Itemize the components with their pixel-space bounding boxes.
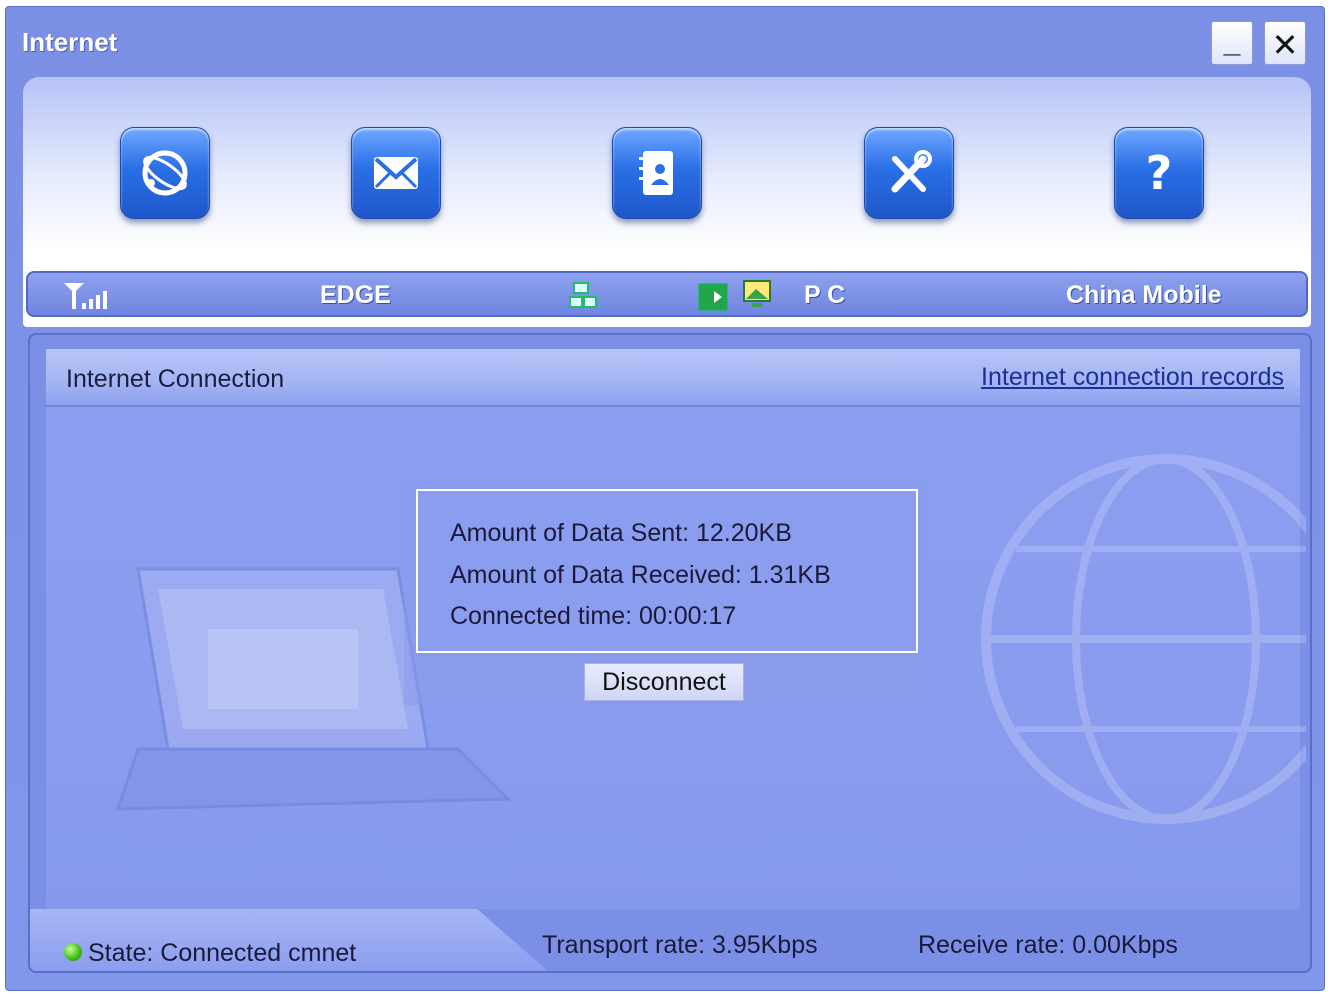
envelope-icon [374, 157, 418, 189]
connected-status-icon [64, 943, 82, 961]
app-window: Internet _ ✕ ? EDGE P C China Mobile Int… [5, 6, 1325, 991]
contacts-button[interactable] [612, 127, 702, 219]
svg-text:?: ? [1146, 146, 1173, 200]
transport-rate: Transport rate: 3.95Kbps [542, 931, 818, 959]
data-received: Amount of Data Received: 1.31KB [450, 561, 831, 589]
panel-title: Internet Connection [66, 365, 285, 393]
minimize-button[interactable]: _ [1211, 21, 1253, 65]
messages-button[interactable] [351, 127, 441, 219]
connection-view: Internet Connection Internet connection … [46, 349, 1306, 909]
contacts-icon [639, 151, 673, 195]
status-footer: State: Connected cmnet Transport rate: 3… [30, 909, 1310, 971]
internet-button[interactable] [120, 127, 210, 219]
operator-name: China Mobile [1066, 281, 1222, 309]
help-button[interactable]: ? [1114, 127, 1204, 219]
title-bar[interactable]: Internet _ ✕ [6, 7, 1324, 75]
globe-watermark [981, 454, 1306, 824]
help-icon: ? [1146, 146, 1173, 200]
connected-time: Connected time: 00:00:17 [450, 602, 737, 630]
window-title: Internet [22, 27, 118, 57]
network-type: EDGE [320, 281, 391, 309]
minimize-icon: _ [1223, 26, 1241, 59]
device-status-bar: EDGE P C China Mobile [26, 271, 1308, 317]
pc-mode-icon [743, 280, 771, 307]
internet-icon [142, 150, 188, 196]
signal-strength-icon [64, 283, 107, 309]
close-icon: ✕ [1271, 27, 1299, 63]
panel-header: Internet Connection Internet connection … [46, 349, 1300, 407]
close-button[interactable]: ✕ [1264, 21, 1306, 65]
sms-inbox-icon [698, 283, 728, 311]
disconnect-button[interactable]: Disconnect [584, 663, 744, 701]
tools-icon [891, 150, 932, 193]
data-sent: Amount of Data Sent: 12.20KB [450, 519, 792, 547]
network-connection-icon [569, 282, 597, 308]
stats-box: Amount of Data Sent: 12.20KB Amount of D… [416, 489, 918, 653]
connection-mode: P C [804, 281, 846, 309]
connection-state: State: Connected cmnet [88, 939, 357, 967]
connection-stats: Amount of Data Sent: 12.20KB Amount of D… [404, 481, 928, 705]
connection-records-link[interactable]: Internet connection records [981, 363, 1284, 392]
receive-rate: Receive rate: 0.00Kbps [918, 931, 1178, 959]
settings-button[interactable] [864, 127, 954, 219]
internet-connection-panel: Internet Connection Internet connection … [28, 333, 1312, 973]
